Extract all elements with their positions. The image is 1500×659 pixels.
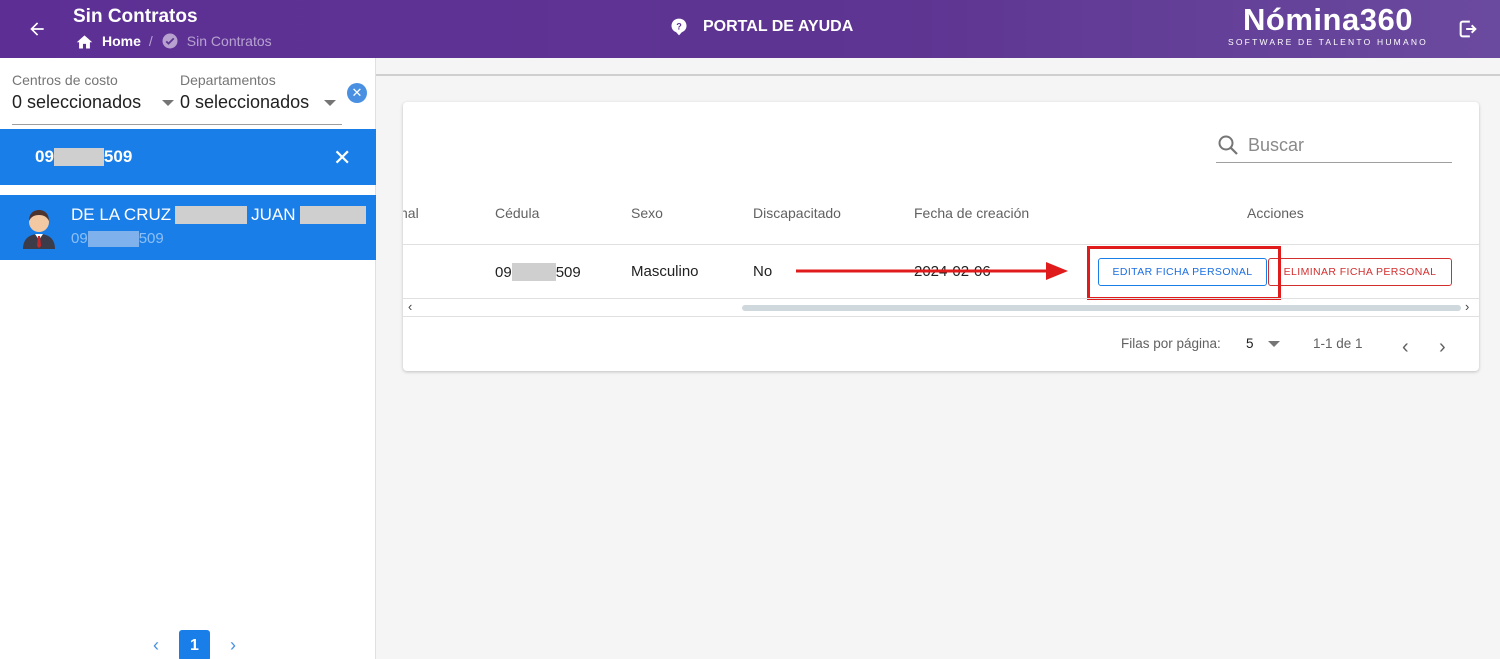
scroll-right-icon[interactable]: › [1465, 299, 1469, 314]
breadcrumb: Home / Sin Contratos [75, 32, 272, 50]
app-header: Sin Contratos Home / Sin Contratos ? POR… [0, 0, 1500, 58]
page-button-1[interactable]: 1 [179, 630, 210, 659]
breadcrumb-current: Sin Contratos [161, 32, 272, 50]
column-header-fecha[interactable]: Fecha de creación [914, 205, 1029, 221]
pagination-range: 1-1 de 1 [1313, 336, 1363, 351]
column-header-sexo[interactable]: Sexo [631, 205, 663, 221]
breadcrumb-separator: / [148, 33, 153, 49]
cedula-suffix: 509 [555, 263, 581, 281]
chip-id-suffix: 509 [103, 147, 133, 166]
brand-logo: Nómina360 SOFTWARE DE TALENTO HUMANO [1227, 2, 1429, 47]
breadcrumb-home-label: Home [102, 33, 141, 49]
employee-name-first: DE LA CRUZ [71, 205, 172, 224]
chevron-left-icon: ‹ [1402, 336, 1409, 358]
close-icon: ✕ [351, 85, 363, 100]
filter-underline [12, 124, 342, 125]
redacted-block [175, 206, 248, 224]
logout-button[interactable] [1457, 18, 1479, 40]
help-portal-link[interactable]: ? PORTAL DE AYUDA [669, 17, 853, 37]
prev-page-button[interactable]: ‹ [1402, 336, 1409, 359]
next-page-button[interactable]: › [1439, 336, 1446, 359]
department-label: Departamentos [180, 72, 276, 88]
redacted-block [299, 206, 366, 224]
column-header-partial[interactable]: nal [403, 205, 419, 221]
employee-id-prefix: 09 [71, 230, 88, 247]
rows-per-page-value: 5 [1246, 336, 1254, 351]
chevron-down-icon [1267, 340, 1280, 347]
employee-name-middle: JUAN [251, 205, 296, 224]
active-search-chip: 09 509 ✕ [0, 129, 376, 185]
delete-personal-record-button[interactable]: ELIMINAR FICHA PERSONAL [1268, 258, 1452, 286]
cell-cedula: 09 509 [495, 263, 581, 281]
chevron-left-icon[interactable]: ‹ [147, 635, 165, 656]
redacted-block [87, 230, 139, 247]
department-filter[interactable]: Departamentos 0 seleccionados [180, 72, 336, 113]
brand-tagline: SOFTWARE DE TALENTO HUMANO [1228, 37, 1428, 47]
home-icon [76, 34, 93, 48]
brand-name: Nómina360 [1243, 2, 1413, 37]
column-header-cedula[interactable]: Cédula [495, 205, 539, 221]
chevron-right-icon[interactable]: › [224, 635, 242, 656]
logout-icon [1459, 20, 1477, 38]
cost-center-filter[interactable]: Centros de costo 0 seleccionados [12, 72, 174, 113]
breadcrumb-current-label: Sin Contratos [186, 33, 272, 49]
svg-text:?: ? [676, 22, 682, 32]
department-value: 0 seleccionados [180, 92, 310, 112]
sidebar-pagination: ‹ 1 › [147, 630, 242, 659]
check-circle-icon [162, 33, 178, 49]
redacted-block [511, 263, 556, 281]
search-input[interactable] [1248, 134, 1448, 156]
horizontal-scrollbar[interactable]: ‹ › [403, 299, 1479, 317]
cost-center-label: Centros de costo [12, 72, 118, 88]
column-header-discapacitado[interactable]: Discapacitado [753, 205, 841, 221]
scrollbar-thumb[interactable] [742, 305, 1461, 311]
toolbar-divider [376, 74, 1500, 76]
annotation-arrow [796, 262, 1068, 280]
arrow-left-icon [30, 22, 44, 36]
cedula-prefix: 09 [495, 263, 512, 281]
clear-search-button[interactable]: ✕ [333, 145, 351, 171]
cost-center-value: 0 seleccionados [12, 92, 142, 112]
chevron-down-icon [162, 99, 174, 106]
employees-table-card: nal Cédula Sexo Discapacitado Fecha de c… [403, 102, 1479, 371]
back-button[interactable] [24, 16, 50, 42]
help-icon: ? [671, 18, 687, 36]
table-divider [403, 244, 1479, 245]
cell-discapacitado: No [753, 263, 773, 280]
table-search [1216, 128, 1452, 163]
search-icon [1218, 135, 1238, 155]
page-title: Sin Contratos [73, 6, 198, 27]
rows-per-page-label: Filas por página: [1121, 336, 1221, 351]
annotation-highlight-box [1087, 246, 1281, 300]
scroll-left-icon[interactable]: ‹ [408, 299, 412, 314]
chevron-down-icon [324, 99, 336, 106]
chevron-right-icon: › [1439, 336, 1446, 358]
redacted-block [53, 148, 104, 166]
column-header-acciones: Acciones [1247, 205, 1304, 221]
employee-sidebar: Centros de costo 0 seleccionados Departa… [0, 58, 376, 659]
breadcrumb-home[interactable]: Home [75, 33, 141, 50]
clear-filters-button[interactable]: ✕ [347, 83, 367, 103]
close-icon: ✕ [333, 145, 352, 170]
employee-list-item[interactable]: DE LA CRUZ JUAN 09 509 [0, 195, 376, 260]
rows-per-page-select[interactable]: 5 [1246, 336, 1280, 351]
employee-id-suffix: 509 [138, 230, 164, 247]
chip-id-prefix: 09 [35, 147, 54, 166]
avatar [23, 210, 55, 249]
help-portal-label: PORTAL DE AYUDA [703, 18, 854, 35]
cell-sexo: Masculino [631, 263, 699, 280]
